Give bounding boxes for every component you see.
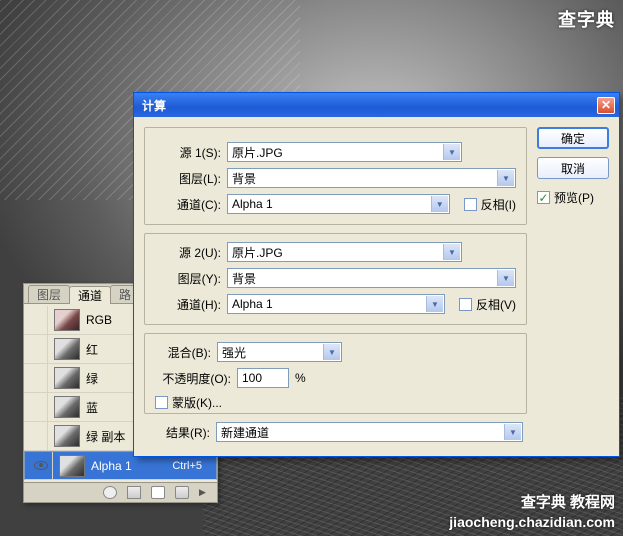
- channel-thumb: [54, 396, 80, 418]
- chevron-down-icon: ▼: [497, 270, 514, 286]
- source2-channel-select[interactable]: Alpha 1 ▼: [227, 294, 445, 314]
- opacity-pct: %: [295, 371, 306, 385]
- source1-label: 源 1(S):: [155, 144, 227, 161]
- chevron-down-icon: ▼: [497, 170, 514, 186]
- visibility-toggle[interactable]: [24, 364, 48, 392]
- calculations-dialog: 计算 ✕ 源 1(S): 原片.JPG ▼ 图层(L): 背景 ▼ 通道(C): A…: [133, 92, 620, 457]
- blend-mode-value: 强光: [222, 344, 246, 361]
- source2-invert-checkbox[interactable]: [459, 298, 472, 311]
- result-select[interactable]: 新建通道 ▼: [216, 422, 523, 442]
- source1-layer-value: 背景: [232, 170, 256, 187]
- cancel-button[interactable]: 取消: [537, 157, 609, 179]
- source2-layer-select[interactable]: 背景 ▼: [227, 268, 516, 288]
- source1-layer-select[interactable]: 背景 ▼: [227, 168, 516, 188]
- source2-channel-label: 通道(H):: [155, 296, 227, 313]
- source1-channel-select[interactable]: Alpha 1 ▼: [227, 194, 450, 214]
- chevron-down-icon: ▼: [431, 196, 448, 212]
- visibility-toggle[interactable]: [24, 422, 48, 450]
- panel-menu-icon[interactable]: ▶: [199, 487, 209, 498]
- result-label: 结果(R):: [144, 424, 216, 441]
- visibility-toggle[interactable]: [24, 393, 48, 421]
- channel-thumb: [59, 455, 85, 477]
- new-channel-icon[interactable]: [151, 486, 165, 499]
- tab-channels[interactable]: 通道: [69, 286, 111, 304]
- blend-group: 混合(B): 强光 ▼ 不透明度(O): 100 % 蒙版(K)...: [144, 333, 527, 414]
- preview-checkbox[interactable]: ✓: [537, 191, 550, 204]
- channel-thumb: [54, 309, 80, 331]
- mask-checkbox[interactable]: [155, 396, 168, 409]
- source2-layer-label: 图层(Y):: [155, 270, 227, 287]
- panel-footer: ▶: [24, 482, 217, 502]
- source2-invert-label: 反相(V): [476, 296, 516, 313]
- watermark-top: 查字典: [558, 6, 615, 32]
- source1-invert-checkbox[interactable]: [464, 198, 477, 211]
- chevron-down-icon: ▼: [426, 296, 443, 312]
- opacity-value: 100: [242, 371, 262, 385]
- chevron-down-icon: ▼: [443, 144, 460, 160]
- chevron-down-icon: ▼: [323, 344, 340, 360]
- opacity-label: 不透明度(O):: [145, 370, 237, 387]
- visibility-toggle[interactable]: [24, 335, 48, 363]
- chevron-down-icon: ▼: [504, 424, 521, 440]
- visibility-toggle[interactable]: [24, 306, 48, 334]
- source1-invert-label: 反相(I): [481, 196, 516, 213]
- channel-thumb: [54, 338, 80, 360]
- source1-channel-value: Alpha 1: [232, 197, 273, 211]
- channel-thumb: [54, 367, 80, 389]
- mask-label: 蒙版(K)...: [172, 394, 222, 411]
- save-selection-icon[interactable]: [127, 486, 141, 499]
- source1-channel-label: 通道(C):: [155, 196, 227, 213]
- source1-file-select[interactable]: 原片.JPG ▼: [227, 142, 462, 162]
- result-value: 新建通道: [221, 424, 269, 441]
- source2-label: 源 2(U):: [155, 244, 227, 261]
- ok-button[interactable]: 确定: [537, 127, 609, 149]
- channel-shortcut: Ctrl+5: [172, 460, 212, 472]
- close-button[interactable]: ✕: [597, 97, 615, 114]
- watermark-mid: 查字典 教程网: [521, 491, 615, 512]
- dialog-title: 计算: [138, 97, 166, 114]
- tab-layers[interactable]: 图层: [28, 285, 70, 303]
- visibility-toggle[interactable]: [29, 452, 53, 479]
- channel-name: Alpha 1: [91, 459, 172, 473]
- source1-file-value: 原片.JPG: [232, 144, 283, 161]
- channel-thumb: [54, 425, 80, 447]
- opacity-input[interactable]: 100: [237, 368, 289, 388]
- preview-label: 预览(P): [554, 189, 594, 206]
- source2-channel-value: Alpha 1: [232, 297, 273, 311]
- close-icon: ✕: [601, 99, 611, 111]
- blend-label: 混合(B):: [145, 344, 217, 361]
- check-icon: ✓: [538, 191, 548, 205]
- source2-file-select[interactable]: 原片.JPG ▼: [227, 242, 462, 262]
- eye-icon: [34, 461, 48, 470]
- watermark-bottom: jiaocheng.chazidian.com: [449, 514, 615, 530]
- source2-layer-value: 背景: [232, 270, 256, 287]
- load-selection-icon[interactable]: [103, 486, 117, 499]
- source1-group: 源 1(S): 原片.JPG ▼ 图层(L): 背景 ▼ 通道(C): Alpha …: [144, 127, 527, 225]
- source2-group: 源 2(U): 原片.JPG ▼ 图层(Y): 背景 ▼ 通道(H): Alpha …: [144, 233, 527, 325]
- blend-mode-select[interactable]: 强光 ▼: [217, 342, 342, 362]
- source1-layer-label: 图层(L):: [155, 170, 227, 187]
- delete-channel-icon[interactable]: [175, 486, 189, 499]
- source2-file-value: 原片.JPG: [232, 244, 283, 261]
- dialog-titlebar[interactable]: 计算 ✕: [134, 93, 619, 117]
- chevron-down-icon: ▼: [443, 244, 460, 260]
